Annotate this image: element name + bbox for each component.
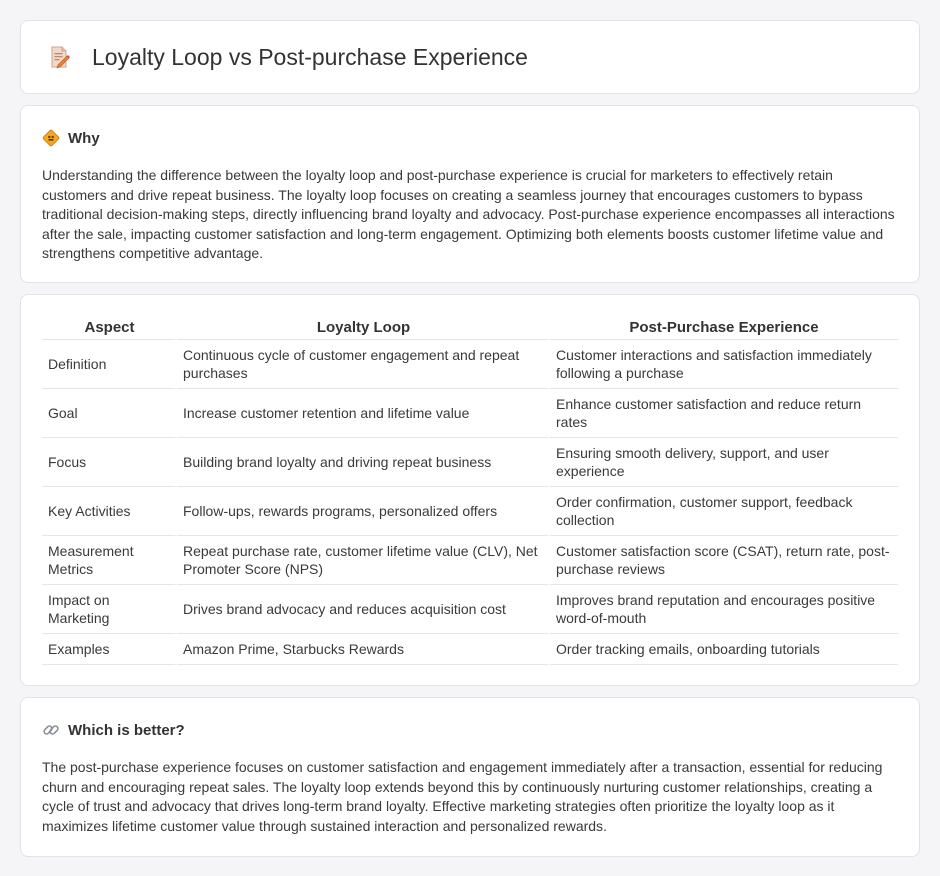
comparison-card: Aspect Loyalty Loop Post-Purchase Experi… [20,294,920,686]
row-aspect: Focus [42,437,177,486]
row-loyalty-loop: Continuous cycle of customer engagement … [177,339,550,388]
row-aspect: Goal [42,388,177,437]
row-loyalty-loop: Building brand loyalty and driving repea… [177,437,550,486]
which-better-section: Which is better? The post-purchase exper… [20,697,920,857]
row-loyalty-loop: Amazon Prime, Starbucks Rewards [177,633,550,665]
row-post-purchase: Ensuring smooth delivery, support, and u… [550,437,898,486]
row-loyalty-loop: Follow-ups, rewards programs, personaliz… [177,486,550,535]
header-post-purchase: Post-Purchase Experience [629,318,819,336]
table-row: Examples Amazon Prime, Starbucks Rewards… [42,633,898,665]
table-row: Definition Continuous cycle of customer … [42,339,898,388]
row-post-purchase: Enhance customer satisfaction and reduce… [550,388,898,437]
row-post-purchase: Order tracking emails, onboarding tutori… [550,633,898,665]
link-icon [42,721,60,739]
row-loyalty-loop: Repeat purchase rate, customer lifetime … [177,535,550,584]
table-row: Impact on Marketing Drives brand advocac… [42,584,898,633]
why-header: Why [42,128,898,148]
why-text: Understanding the difference between the… [42,167,895,262]
table-header-row: Aspect Loyalty Loop Post-Purchase Experi… [42,315,898,339]
row-aspect: Examples [42,633,177,665]
table-row: Goal Increase customer retention and lif… [42,388,898,437]
row-post-purchase: Customer interactions and satisfaction i… [550,339,898,388]
why-title: Why [68,129,100,147]
which-better-text: The post-purchase experience focuses on … [42,759,883,834]
row-post-purchase: Order confirmation, customer support, fe… [550,486,898,535]
title-card: Loyalty Loop vs Post-purchase Experience [20,20,920,94]
row-post-purchase: Customer satisfaction score (CSAT), retu… [550,535,898,584]
row-aspect: Impact on Marketing [42,584,177,633]
row-aspect: Measurement Metrics [42,535,177,584]
why-section: Why Understanding the difference between… [20,105,920,283]
table-row: Focus Building brand loyalty and driving… [42,437,898,486]
table-row: Measurement Metrics Repeat purchase rate… [42,535,898,584]
header-loyalty-loop: Loyalty Loop [316,318,411,336]
row-loyalty-loop: Increase customer retention and lifetime… [177,388,550,437]
row-loyalty-loop: Drives brand advocacy and reduces acquis… [177,584,550,633]
row-aspect: Definition [42,339,177,388]
row-aspect: Key Activities [42,486,177,535]
table-row: Key Activities Follow-ups, rewards progr… [42,486,898,535]
row-post-purchase: Improves brand reputation and encourages… [550,584,898,633]
header-aspect: Aspect [84,318,135,336]
which-better-title: Which is better? [68,721,185,739]
document-edit-icon [47,45,71,69]
page-title: Loyalty Loop vs Post-purchase Experience [92,43,528,70]
sign-icon [42,129,60,147]
comparison-table: Aspect Loyalty Loop Post-Purchase Experi… [42,315,898,665]
which-better-header: Which is better? [42,720,898,740]
